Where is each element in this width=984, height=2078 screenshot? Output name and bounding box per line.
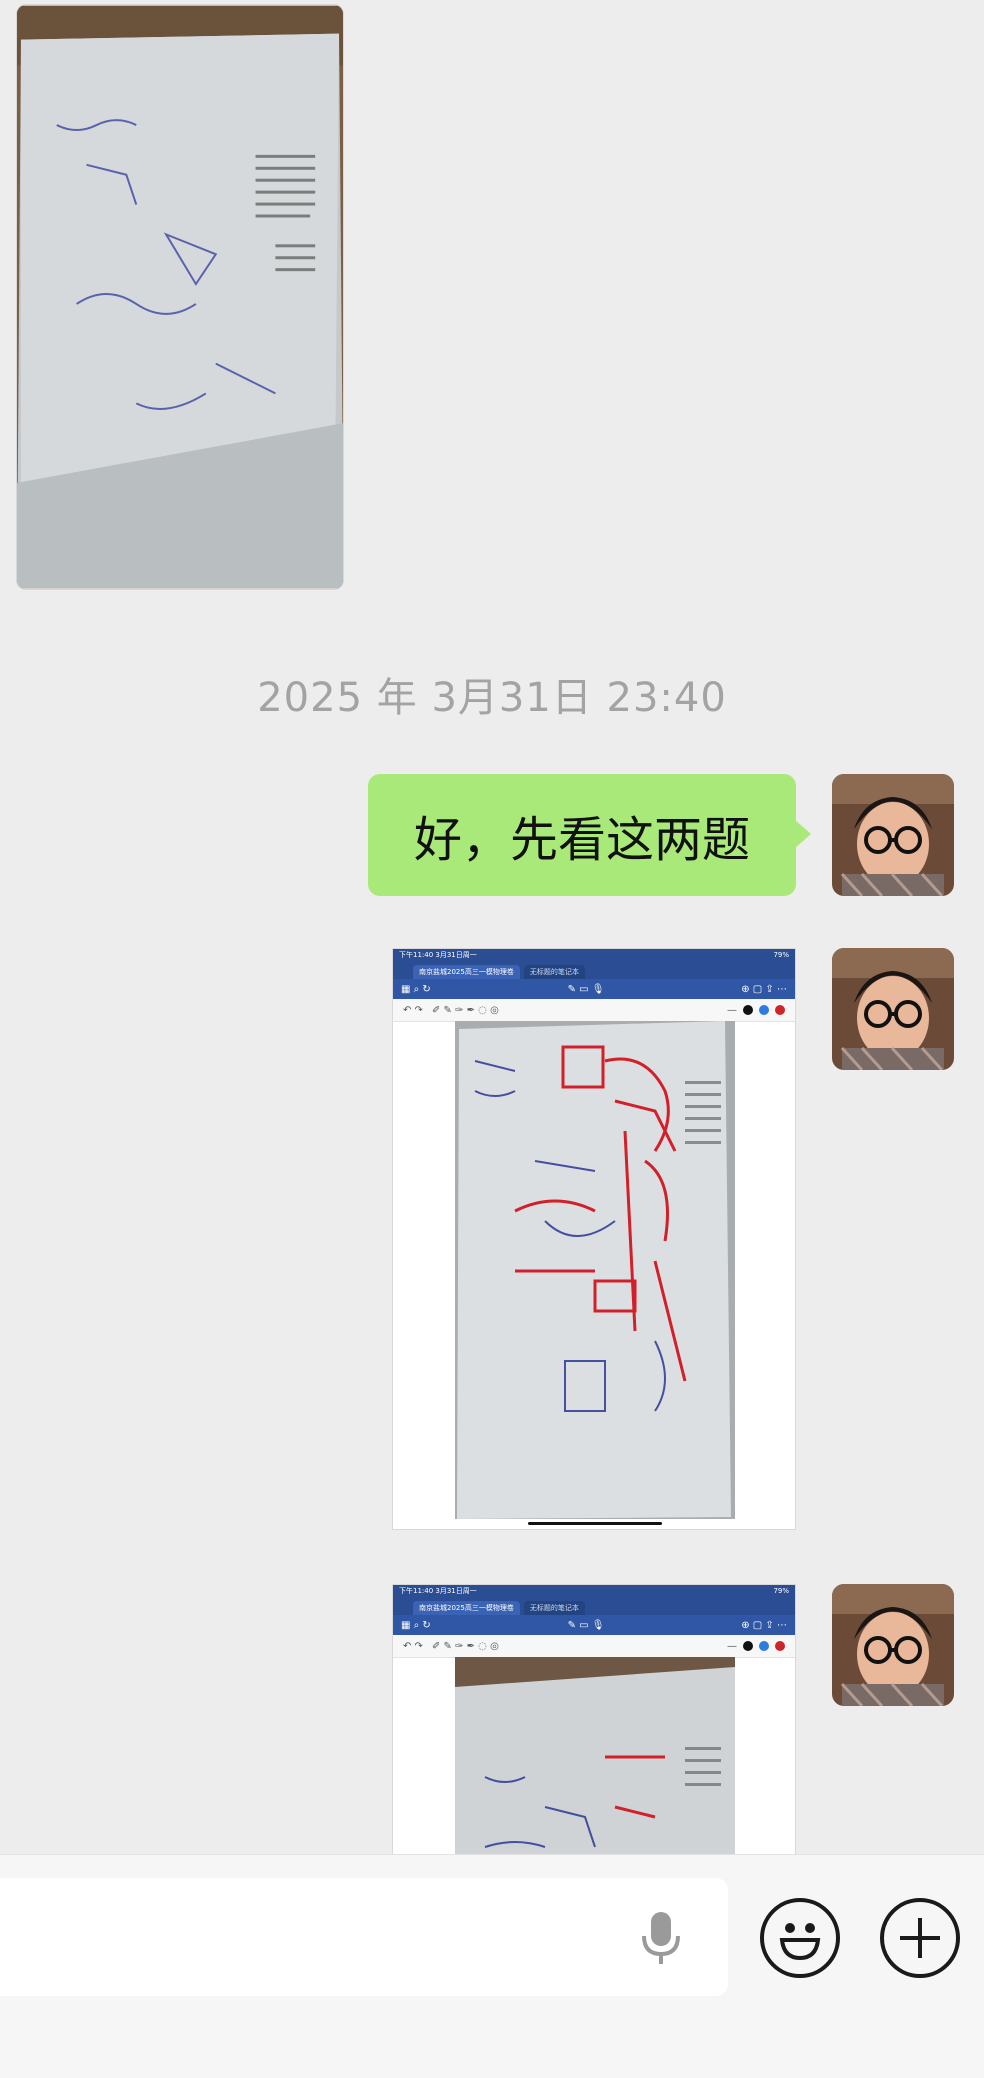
ipad-drawing-tools: ↶ ↷ ✐ ✎ ✑ ✒ ◌ ◎ — [393, 999, 795, 1022]
chat-timestamp: 2025 年 3月31日 23:40 [257, 675, 727, 721]
tab-active: 南京盐城2025高三一模物理卷 [413, 965, 520, 979]
pen-mode-icon: ✎ ▭ 🎙 [567, 983, 605, 995]
pen-mode-icon: ✎ ▭ 🎙 [567, 1619, 605, 1631]
color-dot [743, 1005, 753, 1015]
microphone-icon[interactable] [640, 1910, 682, 1966]
color-swatches: — [727, 1005, 785, 1016]
ipad-toolbar: ▦ ⌕ ↻ ✎ ▭ 🎙 ⊕ ▢ ⇪ ⋯ [393, 1615, 795, 1635]
avatar-image [832, 1584, 954, 1706]
avatar-image [832, 774, 954, 896]
color-swatches: — [727, 1641, 785, 1652]
ipad-status-bar: 下午11:40 3月31日周一 79% [393, 949, 795, 961]
pen-icons: ✐ ✎ ✑ ✒ ◌ ◎ [431, 1004, 499, 1016]
ipad-tab-bar: 南京盐城2025高三一模物理卷 无标题的笔记本 [393, 961, 795, 979]
home-indicator [528, 1522, 662, 1525]
plus-button[interactable] [880, 1898, 960, 1978]
tab-active: 南京盐城2025高三一模物理卷 [413, 1601, 520, 1615]
color-dot [743, 1641, 753, 1651]
share-icon: ⊕ ▢ ⇪ ⋯ [741, 1619, 787, 1631]
color-dot [759, 1641, 769, 1651]
screenshot-message[interactable]: 下午11:40 3月31日周一 79% 南京盐城2025高三一模物理卷 无标题的… [392, 1584, 796, 1884]
ipad-drawing-tools: ↶ ↷ ✐ ✎ ✑ ✒ ◌ ◎ — [393, 1635, 795, 1658]
screenshot-message[interactable]: 下午11:40 3月31日周一 79% 南京盐城2025高三一模物理卷 无标题的… [392, 948, 796, 1530]
undo-icon: ↶ ↷ [403, 1640, 423, 1652]
message-text: 好，先看这两题 [413, 812, 750, 868]
message-bubble[interactable]: 好，先看这两题 [368, 774, 796, 896]
message-input[interactable] [0, 1878, 728, 1996]
dash-icon: — [727, 1640, 737, 1652]
annotated-paper-image [455, 1657, 735, 1883]
status-time: 下午11:40 3月31日周一 [399, 951, 477, 959]
undo-icon: ↶ ↷ [403, 1004, 423, 1016]
ipad-status-bar: 下午11:40 3月31日周一 79% [393, 1585, 795, 1597]
smiley-icon [779, 1923, 821, 1961]
color-dot [775, 1005, 785, 1015]
received-photo[interactable] [16, 4, 344, 590]
pen-icons: ✐ ✎ ✑ ✒ ◌ ◎ [431, 1640, 499, 1652]
ipad-tab-bar: 南京盐城2025高三一模物理卷 无标题的笔记本 [393, 1597, 795, 1615]
ipad-toolbar: ▦ ⌕ ↻ ✎ ▭ 🎙 ⊕ ▢ ⇪ ⋯ [393, 979, 795, 999]
bubble-tail [795, 820, 811, 848]
annotated-paper-image [455, 1021, 735, 1519]
user-avatar[interactable] [832, 1584, 954, 1706]
avatar-image [832, 948, 954, 1070]
user-avatar[interactable] [832, 774, 954, 896]
user-avatar[interactable] [832, 948, 954, 1070]
status-battery: 79% [773, 1587, 789, 1595]
dash-icon: — [727, 1004, 737, 1016]
color-dot [775, 1641, 785, 1651]
photo-image [17, 5, 343, 589]
share-icon: ⊕ ▢ ⇪ ⋯ [741, 983, 787, 995]
plus-icon [900, 1918, 940, 1958]
tab-other: 无标题的笔记本 [523, 1601, 585, 1615]
status-battery: 79% [773, 951, 789, 959]
grid-icon: ▦ ⌕ ↻ [401, 1619, 431, 1631]
status-time: 下午11:40 3月31日周一 [399, 1587, 477, 1595]
color-dot [759, 1005, 769, 1015]
grid-icon: ▦ ⌕ ↻ [401, 983, 431, 995]
tab-other: 无标题的笔记本 [523, 965, 585, 979]
emoji-button[interactable] [760, 1898, 840, 1978]
